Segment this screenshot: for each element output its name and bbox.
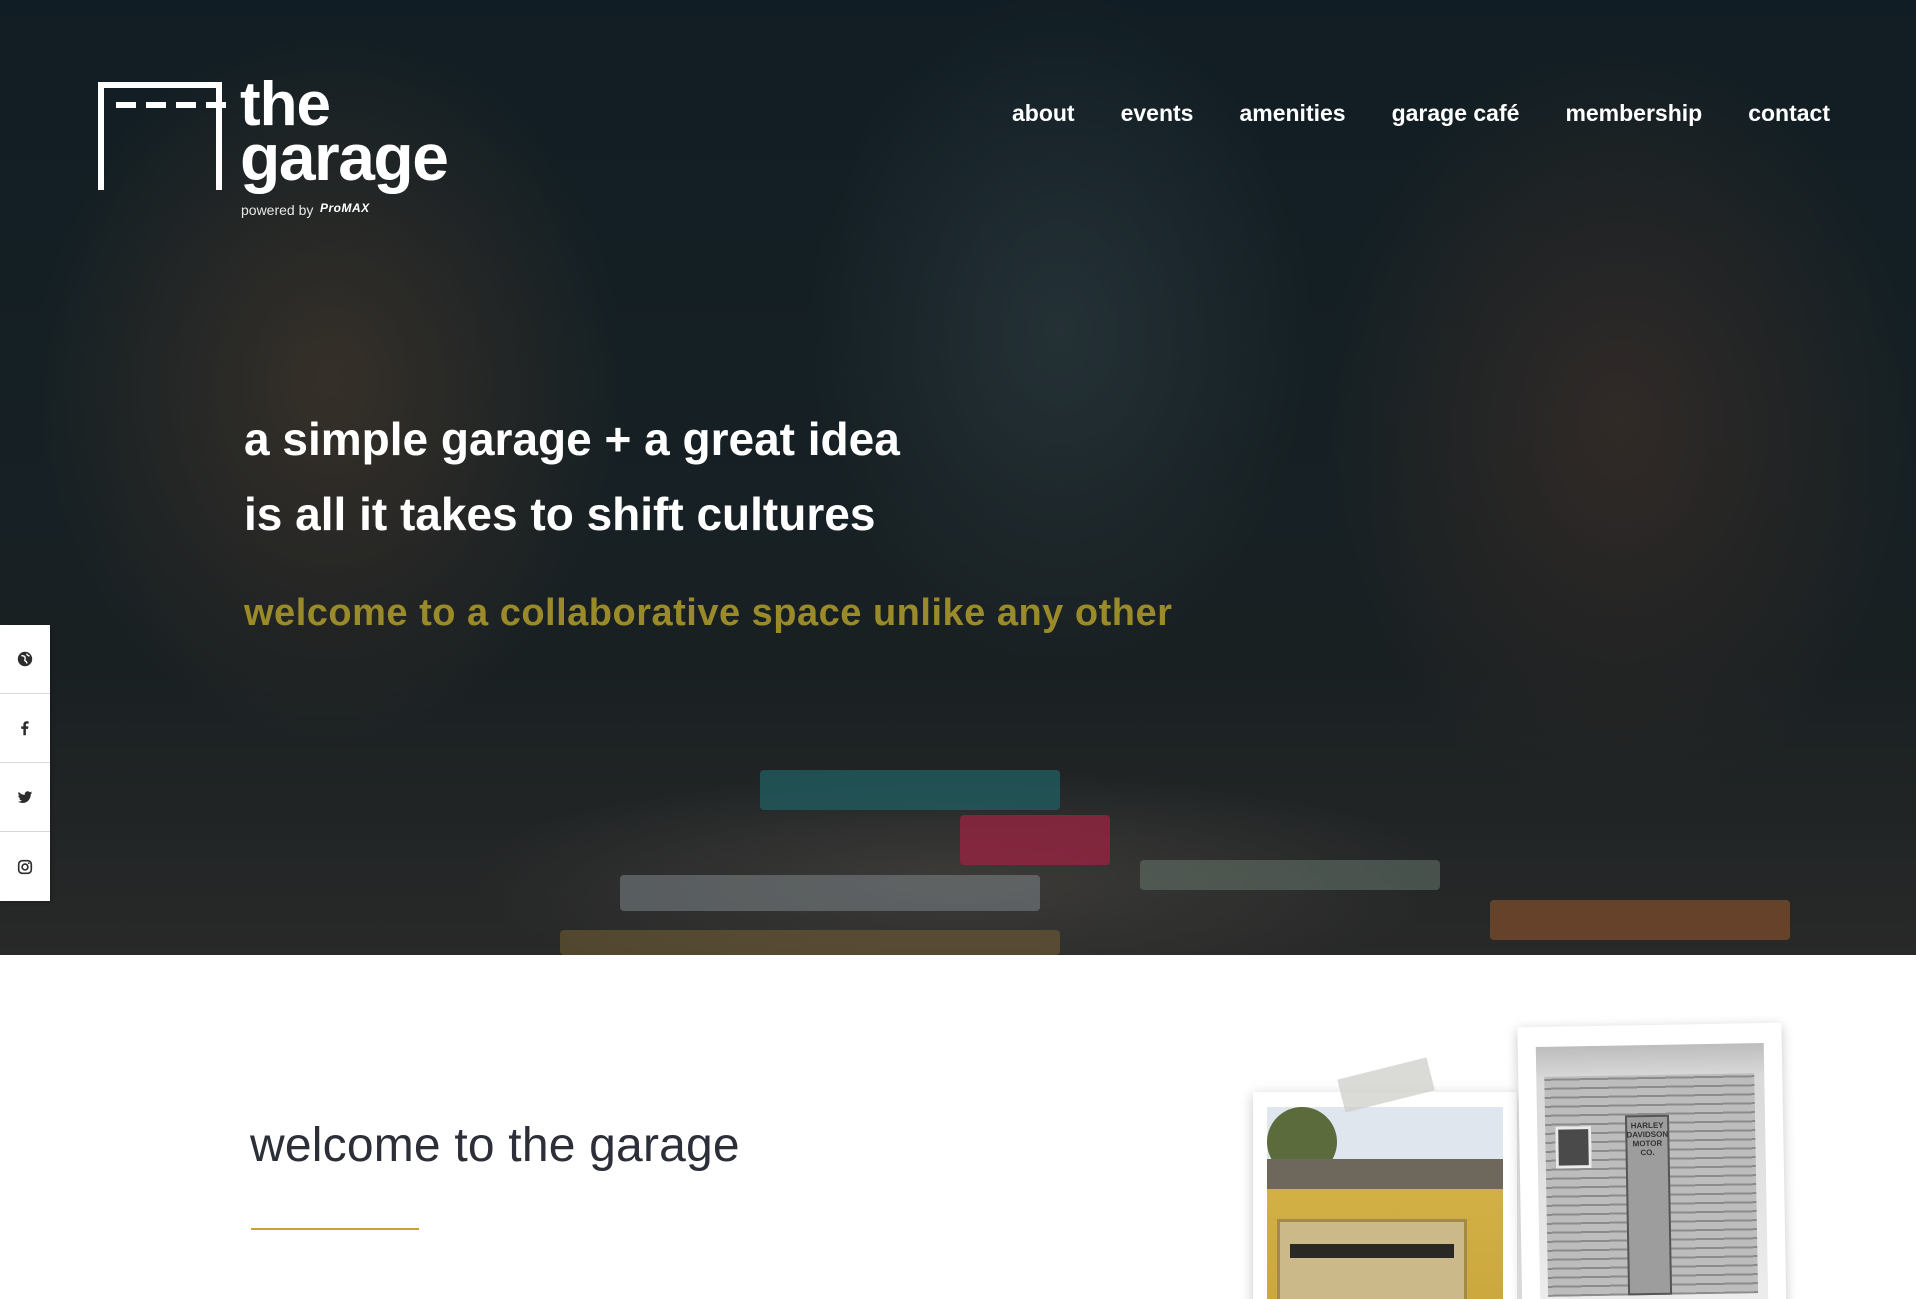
- nav-item-contact[interactable]: contact: [1748, 100, 1830, 127]
- welcome-title: welcome to the garage: [250, 1119, 740, 1172]
- nav-item-garage-cafe[interactable]: garage café: [1392, 100, 1520, 127]
- logo-powered-by: powered by: [241, 202, 314, 218]
- nav-item-about[interactable]: about: [1012, 100, 1075, 127]
- harley-shed-image: HARLEY DAVIDSON MOTOR CO.: [1535, 1043, 1769, 1299]
- logo-brand-name: ProMAX: [320, 201, 370, 215]
- shed-sign-text: HARLEY DAVIDSON MOTOR CO.: [1626, 1120, 1669, 1158]
- facebook-icon[interactable]: [0, 694, 50, 763]
- house-garage-image: [1267, 1107, 1503, 1299]
- site-logo[interactable]: the garage powered by ProMAX: [98, 74, 478, 220]
- instagram-icon[interactable]: [0, 832, 50, 901]
- photo-harley-shed: HARLEY DAVIDSON MOTOR CO.: [1517, 1022, 1787, 1299]
- photo-house-garage: [1253, 1092, 1517, 1299]
- nav-item-events[interactable]: events: [1121, 100, 1194, 127]
- hero-headline-line1: a simple garage + a great idea: [244, 413, 900, 465]
- twitter-icon[interactable]: [0, 763, 50, 832]
- welcome-divider: [251, 1228, 419, 1230]
- hero-section: the garage powered by ProMAX about event…: [0, 0, 1916, 955]
- hero-headline-line2: is all it takes to shift cultures: [244, 488, 876, 540]
- nav-item-amenities[interactable]: amenities: [1239, 100, 1345, 127]
- hero-headline: a simple garage + a great idea is all it…: [244, 402, 900, 552]
- globe-icon[interactable]: [0, 625, 50, 694]
- nav-item-membership[interactable]: membership: [1565, 100, 1702, 127]
- hero-tagline: welcome to a collaborative space unlike …: [244, 592, 1173, 634]
- logo-text-garage: garage: [240, 120, 449, 194]
- social-sidebar: [0, 625, 50, 901]
- garage-door-logo-icon: [98, 82, 226, 190]
- main-nav: about events amenities garage café membe…: [1012, 100, 1830, 127]
